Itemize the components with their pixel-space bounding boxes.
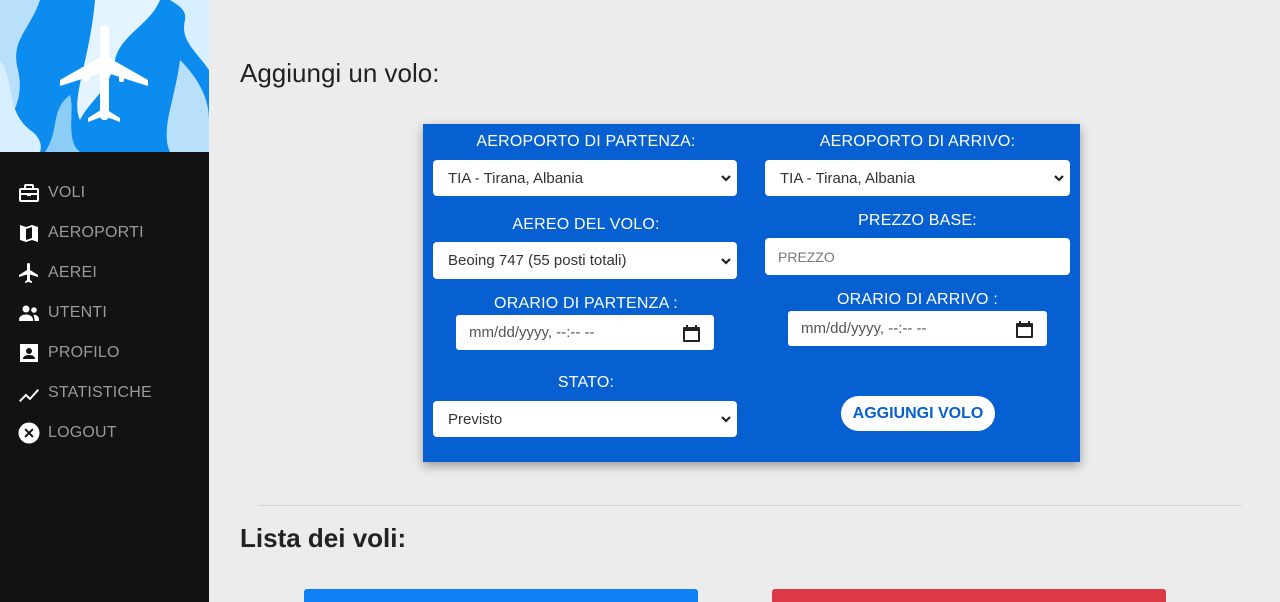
- arrival-time-label: ORARIO DI ARRIVO :: [837, 291, 998, 308]
- profile-card-icon: [17, 341, 41, 365]
- add-flight-button[interactable]: AGGIUNGI VOLO: [841, 396, 995, 431]
- aircraft-select[interactable]: Beoing 747 (55 posti totali): [433, 242, 737, 279]
- aircraft-label: AEREO DEL VOLO:: [512, 216, 660, 233]
- airplane-icon: [17, 261, 41, 285]
- chevron-down-icon: [719, 412, 733, 426]
- sidebar-item-aeroporti[interactable]: AEROPORTI: [0, 213, 209, 253]
- section-divider: [258, 505, 1242, 506]
- sidebar-banner-image: [0, 0, 209, 152]
- chevron-down-icon: [1052, 171, 1066, 185]
- sidebar-item-voli[interactable]: VOLI: [0, 173, 209, 213]
- close-circle-icon: [17, 421, 41, 445]
- sidebar-item-label: STATISTICHE: [48, 384, 152, 401]
- departure-time-label: ORARIO DI PARTENZA :: [494, 295, 678, 312]
- chevron-down-icon: [719, 171, 733, 185]
- sidebar-item-aerei[interactable]: AEREI: [0, 253, 209, 293]
- chart-line-icon: [17, 381, 41, 405]
- add-flight-form: AEROPORTO DI PARTENZA: TIA - Tirana, Alb…: [423, 124, 1080, 462]
- briefcase-icon: [17, 181, 41, 205]
- arrival-time-input[interactable]: mm/dd/yyyy, --:-- --: [788, 311, 1047, 346]
- airplane-banner-illustration: [0, 0, 209, 152]
- flight-list-title: Lista dei voli:: [240, 523, 407, 553]
- calendar-icon[interactable]: [1016, 320, 1033, 338]
- sidebar-item-utenti[interactable]: UTENTI: [0, 293, 209, 333]
- map-icon: [17, 221, 41, 245]
- sidebar-item-label: PROFILO: [48, 344, 120, 361]
- sidebar-nav: VOLI AEROPORTI AEREI UTENTI PROFILO STAT…: [0, 173, 209, 453]
- departure-time-input[interactable]: mm/dd/yyyy, --:-- --: [456, 315, 714, 350]
- departure-airport-value: TIA - Tirana, Albania: [448, 169, 584, 187]
- page-title: Aggiungi un volo:: [240, 58, 440, 88]
- chevron-down-icon: [719, 254, 733, 268]
- flight-list-danger-button[interactable]: [772, 589, 1166, 602]
- flight-list-primary-button[interactable]: [304, 589, 698, 602]
- departure-airport-label: AEROPORTO DI PARTENZA:: [476, 133, 696, 150]
- sidebar: VOLI AEROPORTI AEREI UTENTI PROFILO STAT…: [0, 0, 209, 602]
- sidebar-item-label: AEROPORTI: [48, 224, 144, 241]
- sidebar-item-label: AEREI: [48, 264, 98, 281]
- sidebar-item-logout[interactable]: LOGOUT: [0, 413, 209, 453]
- status-label: STATO:: [557, 374, 615, 391]
- sidebar-item-label: UTENTI: [48, 304, 107, 321]
- arrival-airport-label: AEROPORTO DI ARRIVO:: [819, 133, 1016, 150]
- base-price-input[interactable]: PREZZO: [765, 238, 1070, 275]
- arrival-airport-select[interactable]: TIA - Tirana, Albania: [765, 160, 1070, 196]
- aircraft-value: Beoing 747 (55 posti totali): [448, 252, 627, 269]
- departure-time-value: mm/dd/yyyy, --:-- --: [469, 324, 595, 341]
- calendar-icon[interactable]: [683, 324, 700, 342]
- sidebar-item-label: LOGOUT: [48, 424, 117, 441]
- sidebar-item-profilo[interactable]: PROFILO: [0, 333, 209, 373]
- users-icon: [17, 301, 41, 325]
- sidebar-item-label: VOLI: [48, 184, 86, 201]
- base-price-label: PREZZO BASE:: [858, 212, 977, 229]
- sidebar-item-statistiche[interactable]: STATISTICHE: [0, 373, 209, 413]
- status-select[interactable]: Previsto: [433, 401, 737, 437]
- status-value: Previsto: [448, 410, 503, 428]
- departure-airport-select[interactable]: TIA - Tirana, Albania: [433, 160, 737, 196]
- arrival-airport-value: TIA - Tirana, Albania: [780, 169, 916, 187]
- arrival-time-value: mm/dd/yyyy, --:-- --: [801, 320, 927, 337]
